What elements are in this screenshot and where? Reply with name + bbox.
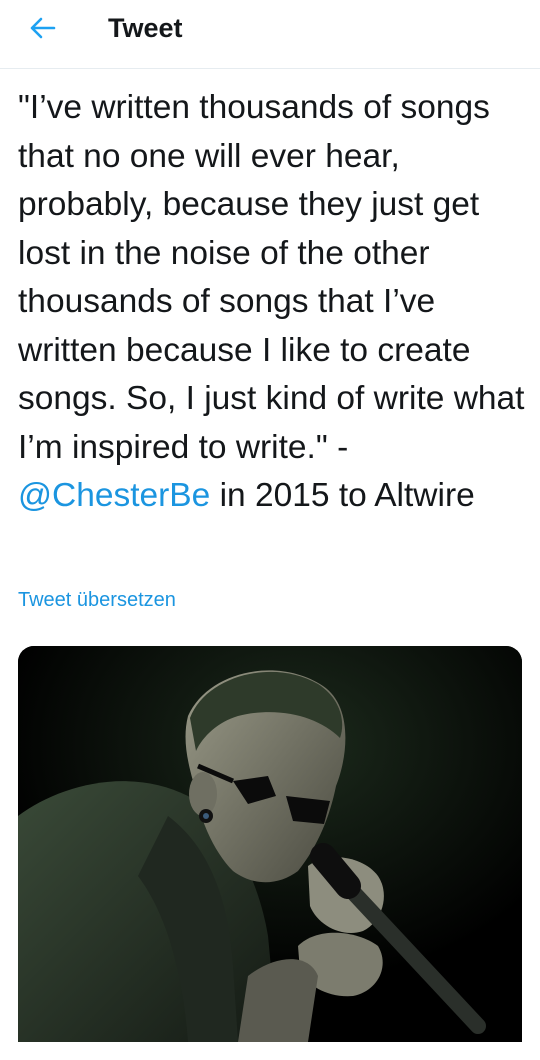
translate-tweet-link[interactable]: Tweet übersetzen xyxy=(18,589,176,612)
arrow-left-icon xyxy=(30,17,56,39)
top-bar: Tweet xyxy=(0,0,540,69)
bottom-spacer xyxy=(0,1042,540,1060)
concert-photo-illustration xyxy=(18,646,522,1042)
tweet-text-body: "I’ve written thousands of songs that no… xyxy=(18,89,525,466)
tweet-text-tail: in 2015 to Altwire xyxy=(210,477,475,514)
mention-link[interactable]: @ChesterBe xyxy=(18,477,210,514)
back-button[interactable] xyxy=(22,12,62,44)
tweet-photo[interactable] xyxy=(18,646,522,1042)
tweet-text: "I’ve written thousands of songs that no… xyxy=(18,84,530,521)
page-title: Tweet xyxy=(108,13,183,43)
